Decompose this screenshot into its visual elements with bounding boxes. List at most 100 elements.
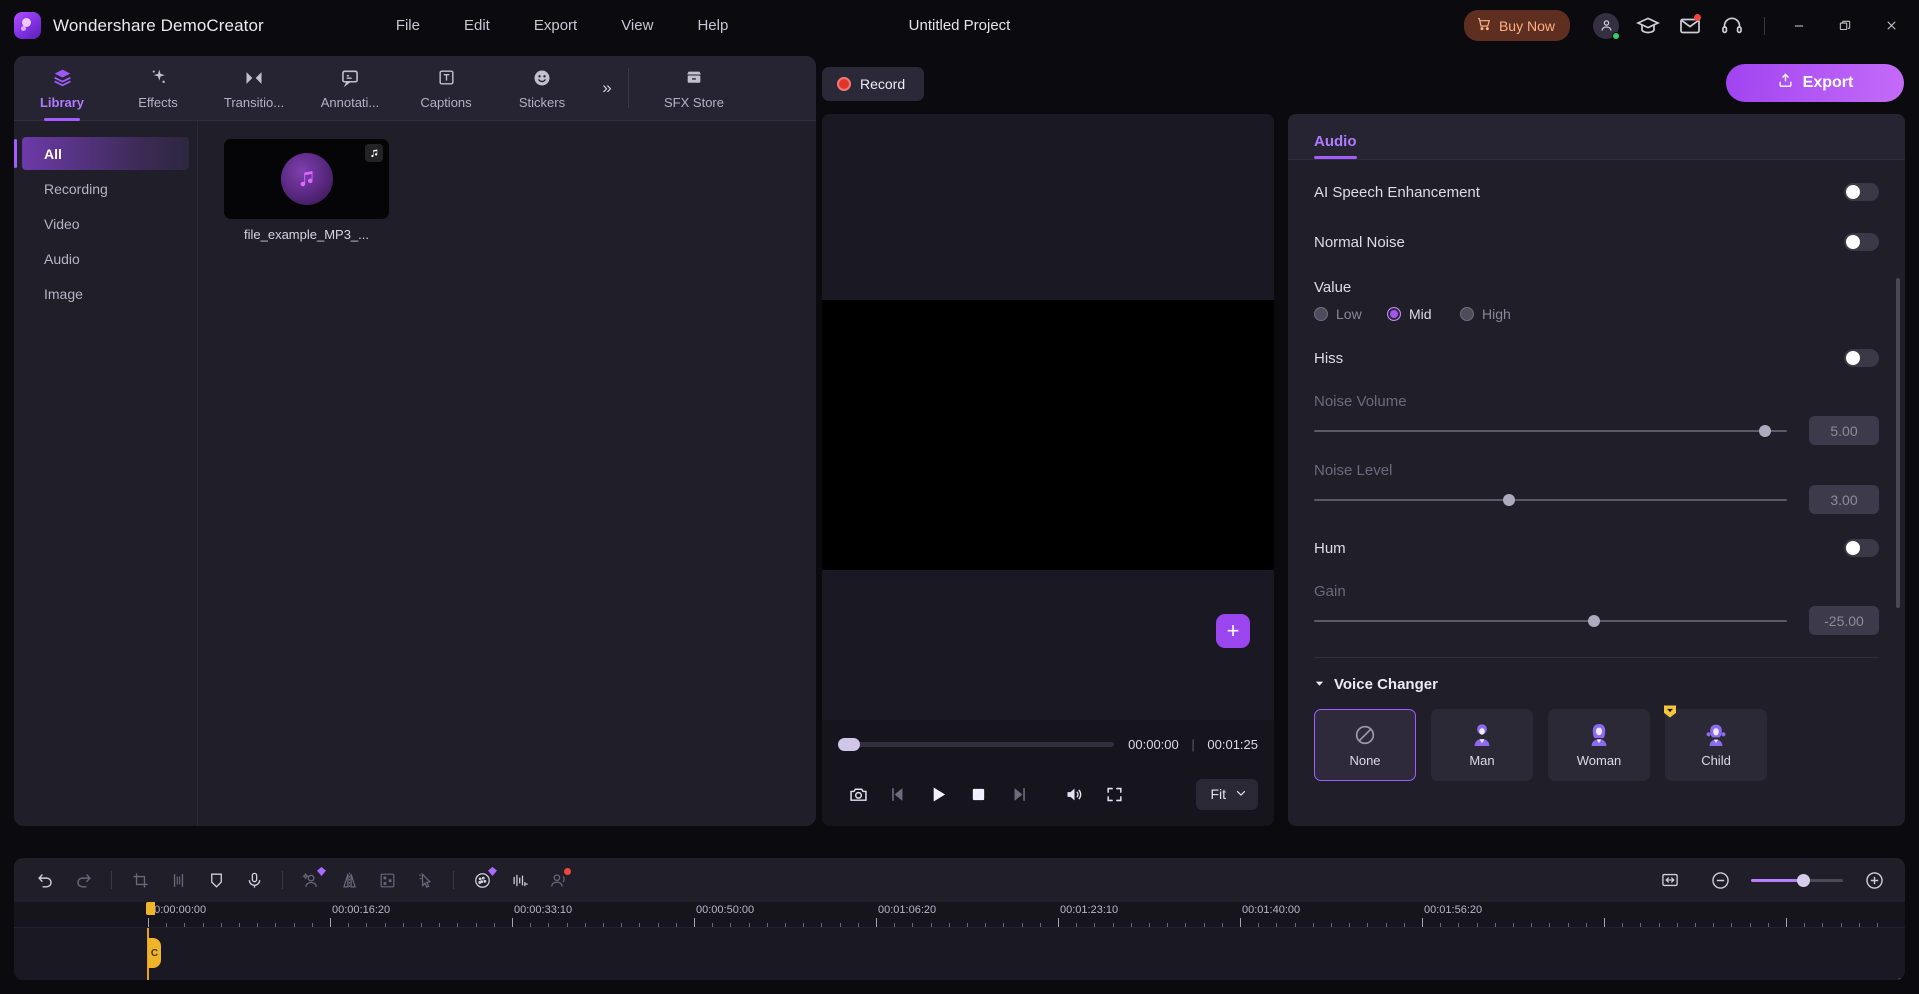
timeline-scrollbar[interactable]	[1898, 978, 1902, 980]
close-button[interactable]	[1869, 6, 1913, 46]
zoom-slider-handle[interactable]	[1797, 873, 1810, 887]
next-frame-button[interactable]	[998, 774, 1038, 814]
slider-handle[interactable]	[1758, 424, 1771, 437]
category-image[interactable]: Image	[22, 277, 189, 310]
volume-button[interactable]	[1054, 774, 1094, 814]
inbox-button[interactable]	[1670, 6, 1710, 46]
split-button[interactable]	[159, 863, 197, 897]
tab-transitions[interactable]: Transitio...	[206, 56, 302, 121]
normal-noise-toggle[interactable]	[1844, 233, 1879, 251]
tab-captions-label: Captions	[420, 94, 472, 110]
account-icon	[1593, 12, 1620, 40]
menu-edit[interactable]: Edit	[442, 11, 512, 40]
playback-scrubber[interactable]	[838, 737, 1115, 751]
voice-changer-header[interactable]: Voice Changer	[1314, 676, 1879, 693]
tab-annotations[interactable]: Annotati...	[302, 56, 398, 121]
account-button[interactable]	[1586, 6, 1626, 46]
tab-stickers[interactable]: Stickers	[494, 56, 590, 121]
prev-frame-button[interactable]	[878, 774, 918, 814]
tab-effects[interactable]: Effects	[110, 56, 206, 121]
mosaic-button[interactable]	[368, 863, 406, 897]
export-button[interactable]: Export	[1726, 64, 1904, 102]
category-video[interactable]: Video	[22, 207, 189, 240]
more-tabs-chevron-icon[interactable]: »	[590, 56, 624, 121]
playhead-handle[interactable]	[146, 902, 155, 915]
tab-sfx-store[interactable]: SFX Store	[639, 56, 749, 121]
redo-button[interactable]	[64, 863, 102, 897]
zoom-in-button[interactable]	[1855, 863, 1893, 897]
category-recording[interactable]: Recording	[22, 172, 189, 205]
play-button[interactable]	[918, 774, 958, 814]
stop-button[interactable]	[958, 774, 998, 814]
academy-button[interactable]	[1628, 6, 1668, 46]
avatar-button[interactable]	[539, 863, 577, 897]
record-button[interactable]: Record	[822, 67, 925, 101]
menu-view[interactable]: View	[599, 11, 675, 40]
gain-value[interactable]: -25.00	[1809, 606, 1879, 635]
value-option-mid[interactable]: Mid	[1387, 306, 1460, 322]
fullscreen-button[interactable]	[1094, 774, 1134, 814]
noise-volume-value[interactable]: 5.00	[1809, 416, 1879, 445]
voiceover-button[interactable]	[235, 863, 273, 897]
mirror-button[interactable]	[330, 863, 368, 897]
ruler-label: 00:00:16:20	[332, 904, 391, 916]
ruler-minor-tick	[184, 923, 186, 927]
value-option-mid-label: Mid	[1409, 306, 1432, 322]
fit-label: Fit	[1210, 786, 1226, 802]
cursor-effect-button[interactable]	[406, 863, 444, 897]
fit-timeline-button[interactable]	[1651, 863, 1689, 897]
menu-help[interactable]: Help	[675, 11, 750, 40]
auto-caption-button[interactable]	[501, 863, 539, 897]
ruler-minor-tick	[675, 923, 677, 927]
timeline-zoom-slider[interactable]	[1751, 873, 1843, 887]
category-audio[interactable]: Audio	[22, 242, 189, 275]
fit-dropdown[interactable]: Fit	[1196, 778, 1258, 810]
snapshot-button[interactable]	[838, 774, 878, 814]
marker-button[interactable]	[197, 863, 235, 897]
timeline-clip[interactable]: C	[148, 938, 161, 968]
ai-denoise-button[interactable]	[463, 863, 501, 897]
voice-option-man[interactable]: Man	[1431, 709, 1533, 781]
menu-export[interactable]: Export	[512, 11, 599, 40]
noise-volume-slider[interactable]	[1314, 424, 1787, 437]
noise-level-slider[interactable]	[1314, 493, 1787, 506]
panel-scrollbar[interactable]	[1896, 278, 1900, 608]
voice-option-woman[interactable]: Woman	[1548, 709, 1650, 781]
media-thumbnail[interactable]	[224, 139, 389, 219]
preview-stage[interactable]: +	[822, 114, 1274, 720]
undo-button[interactable]	[26, 863, 64, 897]
buy-now-label: Buy Now	[1498, 17, 1555, 34]
child-avatar-icon	[1703, 722, 1729, 748]
gain-slider[interactable]	[1314, 614, 1787, 627]
tab-audio[interactable]: Audio	[1314, 133, 1357, 159]
media-item[interactable]: file_example_MP3_...	[224, 139, 389, 242]
voice-option-none-label: None	[1349, 753, 1381, 768]
value-option-low[interactable]: Low	[1314, 306, 1387, 322]
add-media-button[interactable]: +	[1216, 614, 1250, 648]
tab-library[interactable]: Library	[14, 56, 110, 121]
voice-option-none[interactable]: None	[1314, 709, 1416, 781]
zoom-out-button[interactable]	[1701, 863, 1739, 897]
buy-now-button[interactable]: Buy Now	[1463, 10, 1570, 41]
value-option-high-label: High	[1482, 306, 1511, 322]
ai-speech-toggle[interactable]	[1844, 183, 1879, 201]
timeline-ruler[interactable]: 00:00:00:00 00:00:16:20 00:00:33:10 00:0…	[14, 902, 1905, 928]
noise-level-value[interactable]: 3.00	[1809, 485, 1879, 514]
menu-file[interactable]: File	[374, 11, 442, 40]
minimize-button[interactable]	[1777, 6, 1821, 46]
scrubber-handle[interactable]	[838, 737, 860, 751]
value-option-high[interactable]: High	[1460, 306, 1533, 322]
hum-toggle[interactable]	[1844, 539, 1879, 557]
support-button[interactable]	[1712, 6, 1752, 46]
hiss-toggle[interactable]	[1844, 349, 1879, 367]
slider-handle[interactable]	[1503, 493, 1516, 506]
crop-button[interactable]	[121, 863, 159, 897]
voice-option-child[interactable]: Child	[1664, 705, 1767, 781]
tab-captions[interactable]: Captions	[398, 56, 494, 121]
sparkle-icon	[149, 67, 168, 89]
slider-handle[interactable]	[1588, 614, 1601, 627]
category-all[interactable]: All	[14, 137, 189, 170]
maximize-button[interactable]	[1823, 6, 1867, 46]
ai-portrait-button[interactable]	[292, 863, 330, 897]
timeline-tracks[interactable]: C	[14, 902, 1905, 980]
